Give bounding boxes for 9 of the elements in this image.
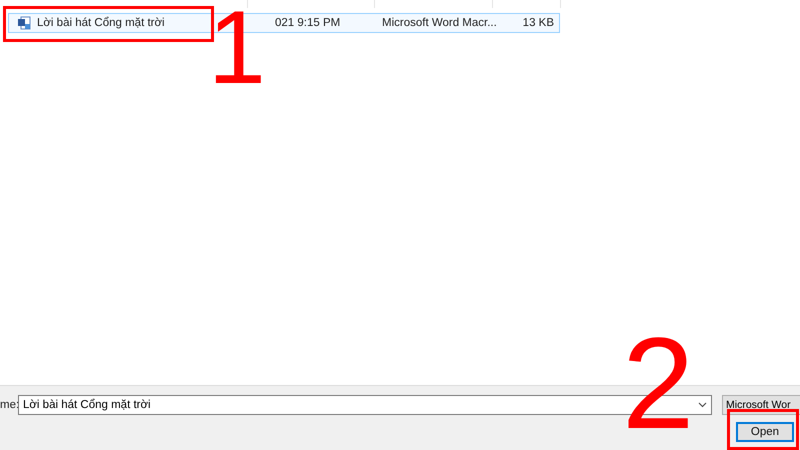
highlight-frame xyxy=(727,409,799,450)
file-type: Microsoft Word Macr... xyxy=(381,17,494,29)
file-name-label: me: xyxy=(0,399,18,411)
file-name: Lời bài hát Cổng mặt trời xyxy=(37,17,165,29)
date-modified: 021 9:15 PM xyxy=(274,17,342,29)
file-size: 13 KB xyxy=(522,17,554,29)
dropdown-caret-icon[interactable] xyxy=(698,402,707,408)
document-icon xyxy=(17,16,31,30)
open-button[interactable]: Open xyxy=(736,422,794,442)
